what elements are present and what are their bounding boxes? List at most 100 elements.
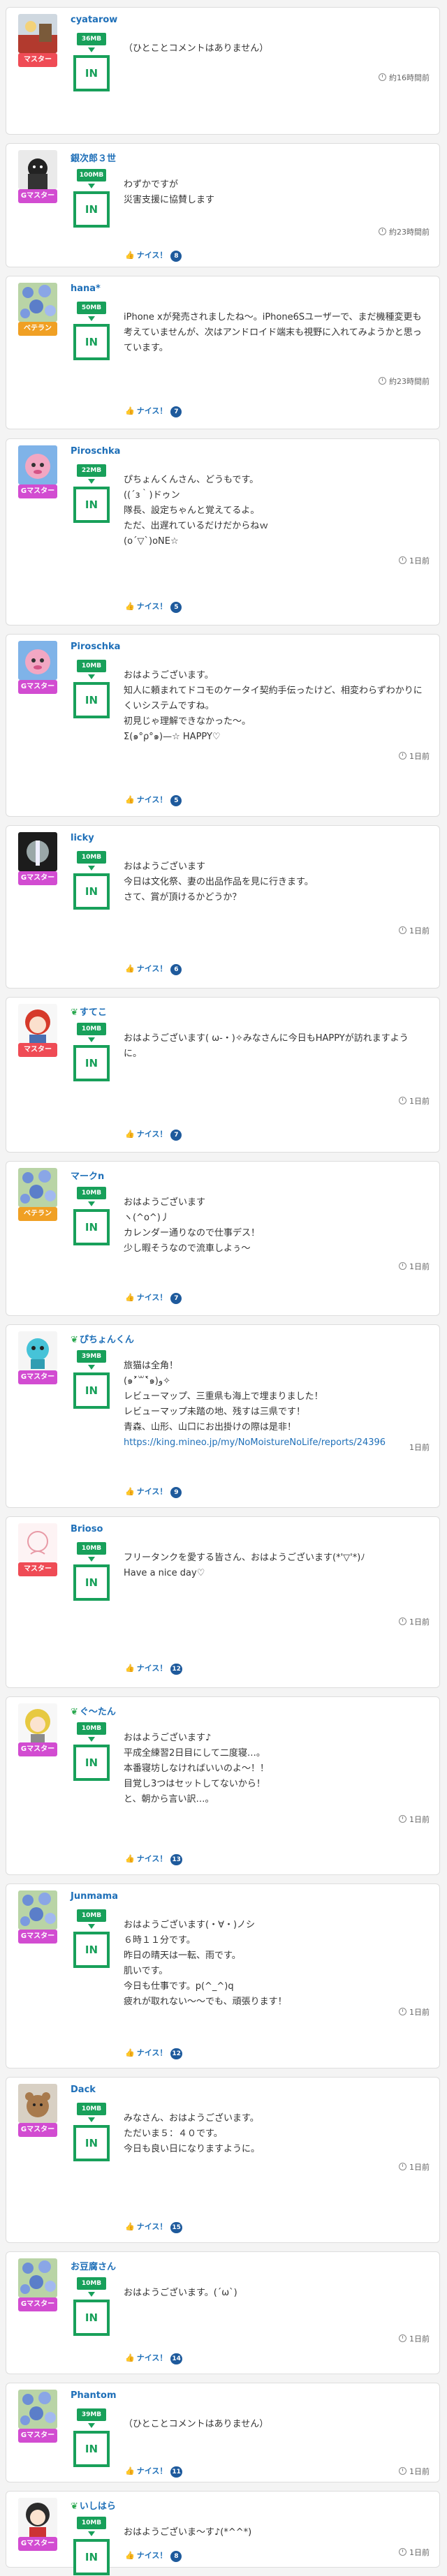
arrow-down-icon [88,1557,95,1562]
timestamp: 1日前 [409,1442,430,1453]
in-icon-button[interactable]: IN [73,55,110,91]
nice-button[interactable]: 👍 ナイス！ 5 [125,600,182,613]
user-name-link[interactable]: ❦ すてこ [71,1005,107,1018]
in-icon-button[interactable]: IN [73,191,110,228]
in-icon-button[interactable]: IN [73,1932,110,1968]
avatar[interactable] [18,14,57,53]
in-icon-button[interactable]: IN [73,487,110,523]
in-icon-button[interactable]: IN [73,1209,110,1245]
in-icon-button[interactable]: IN [73,2539,110,2575]
user-name-link[interactable]: ❦ ぴちょんくん [71,1332,134,1345]
teddy-bear-avatar-image [18,2084,57,2123]
nice-button[interactable]: 👍 ナイス！ 9 [125,1486,182,1498]
avatar[interactable] [18,150,57,189]
nice-button[interactable]: 👍 ナイス！ 5 [125,794,182,806]
in-icon-button[interactable]: IN [73,1372,110,1409]
rank-badge: Gマスター [18,871,57,885]
rank-badge: マスター [18,53,57,67]
timestamp-text: 1日前 [409,1097,430,1106]
user-name-link[interactable]: Piroschka [71,642,120,652]
avatar[interactable] [18,1331,57,1370]
comment-text: みなさん、おはようございます。 ただいま５：４０です。 今日も良い日になりますよ… [124,2113,261,2154]
avatar[interactable] [18,445,57,484]
rank-badge: Gマスター [18,2123,57,2137]
arrow-down-icon [88,47,95,52]
in-icon-button[interactable]: IN [73,873,110,910]
avatar[interactable] [18,1703,57,1742]
nice-button[interactable]: 👍 ナイス！ 8 [125,249,182,262]
clock-icon [399,752,406,760]
user-name-link[interactable]: Junmama [71,1891,118,1902]
nice-button[interactable]: 👍 ナイス！ 15 [125,2221,182,2233]
nice-label: ナイス！ [136,1664,168,1673]
avatar[interactable] [18,283,57,322]
user-name-link[interactable]: Brioso [71,1524,103,1534]
avatar[interactable] [18,1168,57,1207]
avatar[interactable] [18,2084,57,2123]
report-link[interactable]: https://king.mineo.jp/my/NoMoistureNoLif… [124,1435,424,1451]
timestamp: 1日前 [399,2333,430,2344]
arrow-down-icon [88,1365,95,1370]
user-name-text: ぴちょんくん [79,1335,134,1345]
user-name-link[interactable]: cyatarow [71,15,117,25]
avatar[interactable] [18,2498,57,2537]
in-icon-button[interactable]: IN [73,2431,110,2467]
in-icon-button[interactable]: IN [73,324,110,360]
data-amount-badge: 100MB [77,169,106,182]
clock-icon [399,1618,406,1625]
user-name-text: お豆腐さん [71,2262,117,2272]
user-name-link[interactable]: 銀次郎３世 [71,151,116,164]
data-amount-badge: 10MB [77,2517,106,2529]
user-name-link[interactable]: ❦ ぐ〜たん [71,1704,116,1717]
rank-badge: Gマスター [18,680,57,694]
nice-button[interactable]: 👍 ナイス！ 12 [125,1662,182,1675]
in-icon-button[interactable]: IN [73,2300,110,2336]
nice-button[interactable]: 👍 ナイス！ 6 [125,963,182,975]
user-name-link[interactable]: ❦ いしはら [71,2499,116,2512]
nice-button[interactable]: 👍 ナイス！ 13 [125,1853,182,1865]
arrow-down-icon [88,1737,95,1742]
in-icon-button[interactable]: IN [73,2125,110,2161]
arrow-down-icon [88,2423,95,2428]
thumbs-up-icon: 👍 [125,1293,135,1302]
user-name-link[interactable]: お豆腐さん [71,2259,116,2272]
comment-text: わずかですが 災害支援に協賛します [124,179,215,205]
rank-badge: Gマスター [18,2297,57,2311]
data-amount-badge: 50MB [77,302,106,314]
comment-card: マスター ❦ すてこ 10MB IN おはようございます( ω-・)✧みなさんに今日もHA… [6,997,440,1153]
user-name-link[interactable]: hana* [71,283,101,294]
user-name-link[interactable]: Phantom [71,2390,117,2401]
in-icon-button[interactable]: IN [73,1745,110,1781]
nice-button[interactable]: 👍 ナイス！ 12 [125,2047,182,2059]
user-name-link[interactable]: マークn [71,1169,104,1182]
avatar[interactable] [18,641,57,680]
avatar[interactable] [18,2390,57,2429]
in-icon-button[interactable]: IN [73,682,110,718]
nice-count: 5 [170,795,182,806]
avatar[interactable] [18,2258,57,2297]
arrow-down-icon [88,1924,95,1929]
nice-button[interactable]: 👍 ナイス！ 7 [125,1291,182,1304]
avatar[interactable] [18,1004,57,1043]
in-icon-button[interactable]: IN [73,1564,110,1601]
thumbs-up-icon: 👍 [125,2222,135,2231]
comment-text: （ひとことコメントはありません） [124,2419,269,2429]
nice-button[interactable]: 👍 ナイス！ 11 [125,2465,182,2478]
nice-count: 7 [170,406,182,417]
avatar[interactable] [18,832,57,871]
in-icon-button[interactable]: IN [73,1045,110,1081]
avatar[interactable] [18,1890,57,1930]
nice-button[interactable]: 👍 ナイス！ 7 [125,405,182,417]
nice-button[interactable]: 👍 ナイス！ 8 [125,2549,182,2562]
nice-button[interactable]: 👍 ナイス！ 14 [125,2352,182,2364]
cyan-character-avatar-image [18,1331,57,1370]
timestamp: 1日前 [399,750,430,762]
user-name-link[interactable]: Piroschka [71,446,120,457]
user-name-link[interactable]: Dack [71,2085,96,2095]
arrow-down-icon [88,316,95,321]
user-name-link[interactable]: licky [71,833,94,843]
avatar[interactable] [18,1523,57,1562]
clock-icon [399,2163,406,2170]
timestamp-text: 1日前 [409,556,430,565]
nice-button[interactable]: 👍 ナイス！ 7 [125,1128,182,1141]
